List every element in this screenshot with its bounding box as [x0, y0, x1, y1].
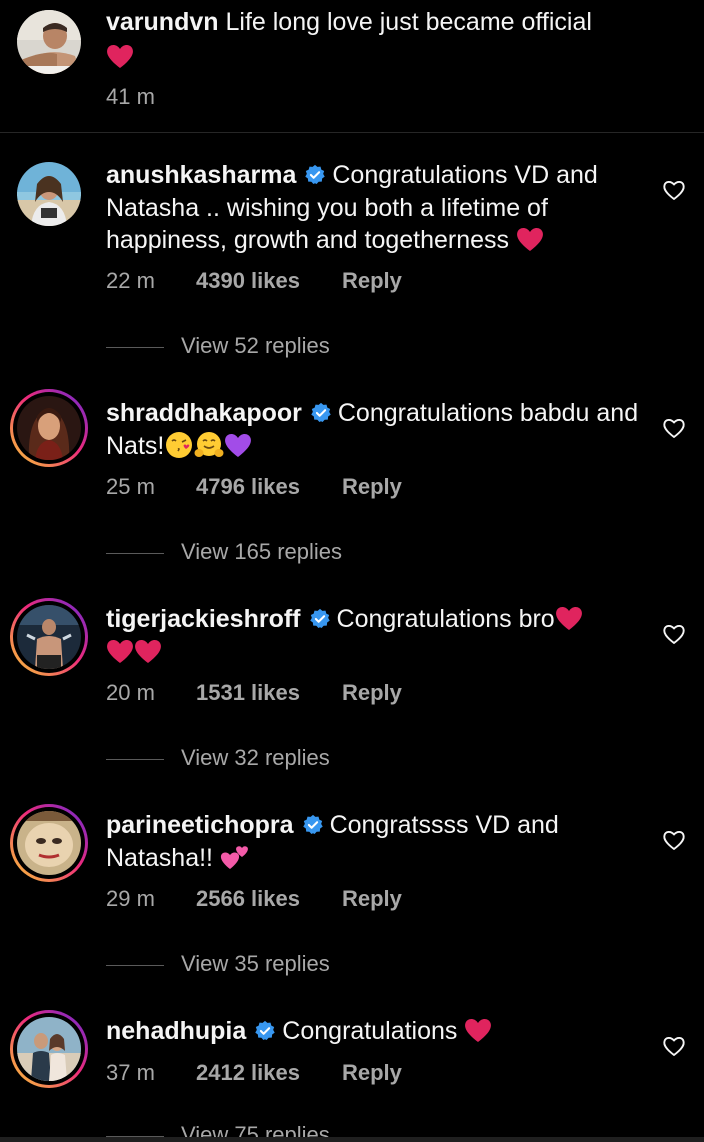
hugging-face-emoji	[194, 431, 224, 457]
heart-outline-icon[interactable]	[662, 1034, 686, 1058]
comment-username[interactable]: shraddhakapoor	[106, 399, 302, 427]
red-heart-emoji	[465, 1019, 492, 1042]
comment-likes[interactable]: 2566 likes	[196, 884, 342, 914]
comment-text-block: shraddhakapoor Congratulations babdu and …	[106, 397, 646, 462]
avatar	[17, 396, 81, 460]
comment-likes[interactable]: 4796 likes	[196, 472, 342, 502]
story-ring[interactable]	[10, 598, 88, 676]
comment-likes[interactable]: 1531 likes	[196, 678, 342, 708]
comment-text-block: nehadhupia Congratulations	[106, 1015, 646, 1048]
reply-button[interactable]: Reply	[342, 678, 402, 708]
post-caption: varundvn Life long love just became offi…	[0, 0, 704, 132]
face-blowing-kiss-emoji	[166, 431, 193, 458]
heart-outline-icon[interactable]	[662, 178, 686, 202]
replies-line	[106, 758, 164, 760]
comment-username[interactable]: parineetichopra	[106, 811, 294, 839]
view-replies-button[interactable]: View 35 replies	[106, 949, 330, 979]
comment-username[interactable]: tigerjackieshroff	[106, 605, 301, 633]
comment-text: Congratulations	[282, 1017, 458, 1045]
heart-outline-icon[interactable]	[662, 622, 686, 646]
comment-text-block: parineetichopra Congratssss VD and Natash…	[106, 809, 646, 874]
verified-badge-icon	[311, 402, 331, 422]
divider	[0, 132, 704, 133]
view-replies-button[interactable]: View 32 replies	[106, 743, 330, 773]
comment-time: 29 m	[106, 886, 155, 911]
two-hearts-emoji	[220, 845, 248, 869]
verified-badge-icon	[305, 164, 326, 184]
avatar-image-anushkasharma	[17, 162, 81, 226]
heart-outline-icon[interactable]	[662, 828, 686, 852]
avatar-image-varundvn	[17, 10, 81, 74]
story-ring[interactable]	[10, 804, 88, 882]
comment-username[interactable]: nehadhupia	[106, 1017, 246, 1045]
avatar-image-tigerjackieshroff	[17, 605, 81, 669]
comment-text: Congratulations bro	[336, 605, 555, 633]
comment-time: 25 m	[106, 474, 155, 499]
comment-meta: 37 m 2412 likes Reply	[106, 1058, 402, 1088]
avatar[interactable]	[17, 162, 81, 226]
view-replies-button[interactable]: View 165 replies	[106, 537, 342, 567]
avatar	[17, 811, 81, 875]
view-replies-label: View 35 replies	[181, 951, 330, 976]
comment-meta: 29 m 2566 likes Reply	[106, 884, 402, 914]
reply-button[interactable]: Reply	[342, 266, 402, 296]
avatar[interactable]	[17, 10, 81, 74]
comment-username[interactable]: anushkasharma	[106, 161, 296, 189]
reply-button[interactable]: Reply	[342, 1058, 402, 1088]
red-heart-emoji	[107, 639, 133, 663]
verified-badge-icon	[255, 1020, 276, 1040]
view-replies-label: View 165 replies	[181, 539, 343, 564]
caption-username[interactable]: varundvn	[106, 8, 219, 36]
comment-likes[interactable]: 4390 likes	[196, 266, 342, 296]
comment-likes[interactable]: 2412 likes	[196, 1058, 342, 1088]
story-ring[interactable]	[10, 389, 88, 467]
story-ring[interactable]	[10, 1010, 88, 1088]
caption-meta: 41 m	[106, 82, 196, 112]
view-replies-button[interactable]: View 52 replies	[106, 331, 330, 361]
red-heart-emoji	[517, 228, 543, 251]
bottom-edge	[0, 1137, 704, 1142]
avatar-image-parineetichopra	[17, 811, 81, 875]
verified-badge-icon	[302, 814, 323, 834]
comment-text-block: tigerjackieshroff Congratulations bro	[106, 603, 646, 668]
purple-heart-emoji	[225, 433, 252, 457]
reply-button[interactable]: Reply	[342, 472, 402, 502]
comment-text-block: anushkasharma Congratulations VD and Nata…	[106, 159, 646, 257]
reply-button[interactable]: Reply	[342, 884, 402, 914]
replies-line	[106, 964, 164, 966]
view-replies-label: View 32 replies	[181, 745, 330, 770]
view-replies-label: View 52 replies	[181, 333, 330, 358]
caption-text-block: varundvn Life long love just became offi…	[106, 6, 646, 73]
caption-time: 41 m	[106, 84, 155, 109]
comment-time: 20 m	[106, 680, 155, 705]
comment-time: 22 m	[106, 268, 155, 293]
red-heart-emoji	[107, 44, 133, 68]
verified-badge-icon	[309, 608, 330, 628]
comment-time: 37 m	[106, 1060, 155, 1085]
caption-text: Life long love just became official	[225, 8, 592, 36]
comment-meta: 20 m 1531 likes Reply	[106, 678, 402, 708]
comment-meta: 25 m 4796 likes Reply	[106, 472, 402, 502]
avatar	[17, 1017, 81, 1081]
comment-meta: 22 m 4390 likes Reply	[106, 266, 402, 296]
avatar	[17, 605, 81, 669]
heart-outline-icon[interactable]	[662, 416, 686, 440]
replies-line	[106, 552, 164, 554]
replies-line	[106, 346, 164, 348]
red-heart-emoji	[135, 639, 161, 663]
avatar-image-shraddhakapoor	[17, 396, 81, 460]
avatar-image-nehadhupia	[17, 1017, 81, 1081]
red-heart-emoji	[555, 607, 582, 630]
